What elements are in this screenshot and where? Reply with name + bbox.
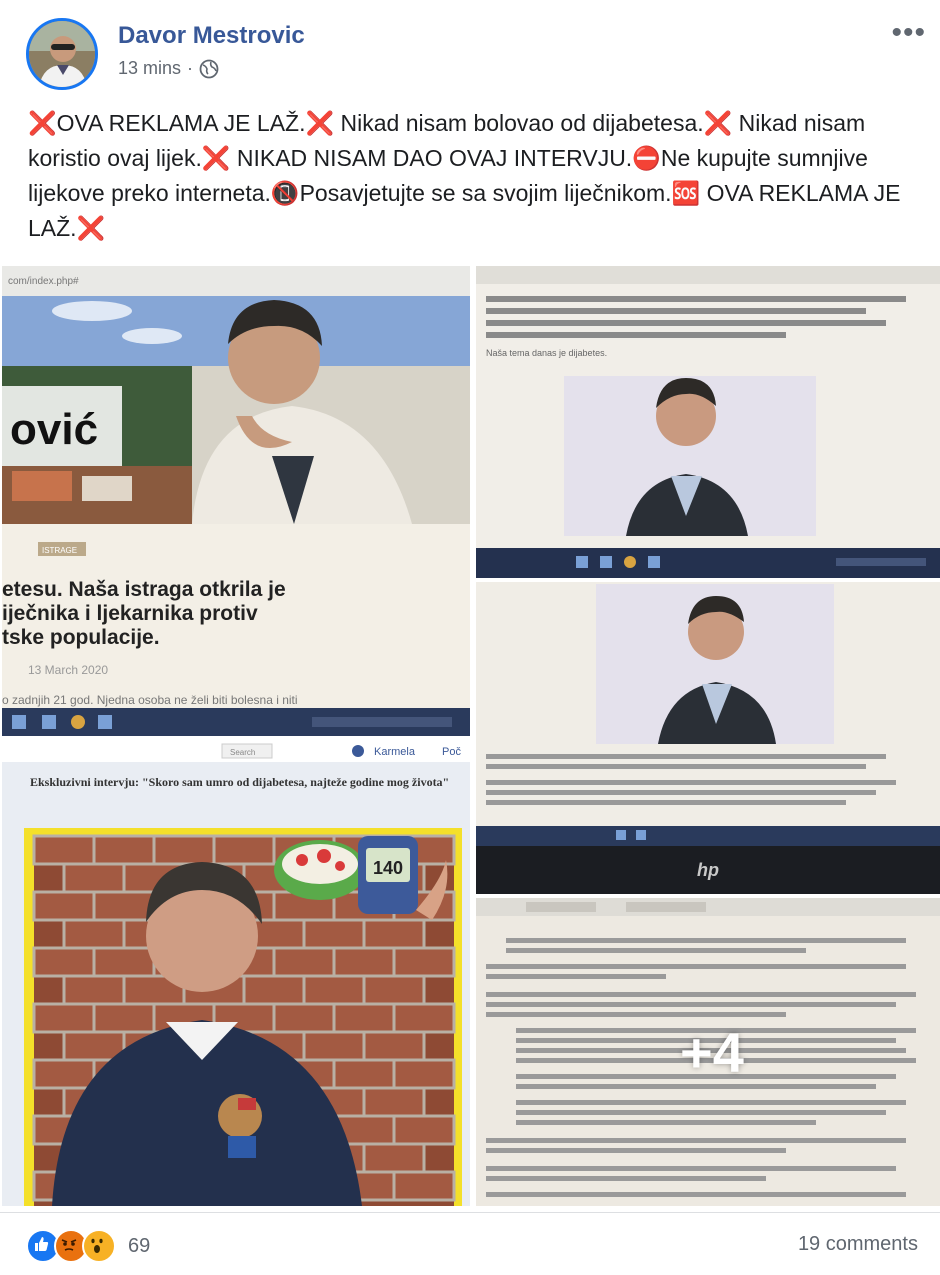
photo-1-headline-1: etesu. Naša istraga otkrila je bbox=[2, 578, 286, 601]
post-meta: 13 mins · bbox=[118, 58, 219, 79]
post-emoji-icon: ❌ bbox=[305, 110, 335, 136]
avatar[interactable] bbox=[26, 18, 98, 90]
post-emoji-icon: 🆘 bbox=[671, 180, 701, 206]
post-time[interactable]: 13 mins bbox=[118, 58, 181, 79]
more-options-button[interactable]: ••• bbox=[891, 16, 926, 50]
post-emoji-icon: ❌ bbox=[76, 215, 106, 241]
photo-1-tag: ISTRAGE bbox=[42, 546, 77, 555]
photo-1-url: com/index.php# bbox=[8, 276, 79, 287]
post-text: ❌OVA REKLAMA JE LAŽ.❌ Nikad nisam bolova… bbox=[28, 106, 908, 246]
post-text-segment: Posavjetujte se sa svojim liječnikom. bbox=[299, 180, 672, 206]
post-footer: 69 19 comments bbox=[0, 1212, 940, 1275]
photo-4-image: Search Karmela Poč Ekskluzivni intervju:… bbox=[2, 740, 470, 1206]
photo-1-snippet: o zadnjih 21 god. Njedna osoba ne želi b… bbox=[2, 693, 298, 707]
photo-1-brand: ović bbox=[10, 405, 98, 454]
photo-4-title: Ekskluzivni intervju: "Skoro sam umro od… bbox=[30, 775, 450, 789]
post-emoji-icon: 📵 bbox=[270, 180, 300, 206]
post-emoji-icon: ❌ bbox=[703, 110, 733, 136]
photo-4-meter-value: 140 bbox=[373, 858, 403, 878]
post-text-segment: NIKAD NISAM DAO OVAJ INTERVJU. bbox=[230, 145, 633, 171]
photo-1-date: 13 March 2020 bbox=[28, 663, 108, 677]
post-emoji-icon: ⛔ bbox=[632, 145, 661, 171]
author-name[interactable]: Davor Mestrovic bbox=[118, 22, 305, 50]
post-text-segment: Nikad nisam bolovao od dijabetesa. bbox=[334, 110, 704, 136]
photo-3[interactable]: hp bbox=[476, 582, 940, 894]
photo-2-image: Naša tema danas je dijabetes. bbox=[476, 266, 940, 578]
photo-3-image: hp bbox=[476, 582, 940, 894]
comments-link[interactable]: 19 comments bbox=[798, 1233, 918, 1256]
photo-4[interactable]: Search Karmela Poč Ekskluzivni intervju:… bbox=[2, 740, 470, 1206]
post-emoji-icon: ❌ bbox=[28, 110, 57, 136]
globe-icon[interactable] bbox=[199, 59, 219, 79]
photo-grid: com/index.php# ović ISTRAGE etesu. Naša … bbox=[0, 264, 940, 1208]
more-photos-count[interactable]: +4 bbox=[680, 1020, 744, 1085]
photo-1-headline-3: tske populacije. bbox=[2, 626, 160, 649]
photo-4-nav: Poč bbox=[442, 746, 461, 758]
post-emoji-icon: ❌ bbox=[201, 145, 231, 171]
photo-1-headline-2: iječnika i ljekarnika protiv bbox=[2, 602, 258, 625]
avatar-photo bbox=[29, 21, 95, 87]
reaction-count[interactable]: 69 bbox=[128, 1235, 150, 1258]
photo-2-line: Naša tema danas je dijabetes. bbox=[486, 348, 607, 358]
photo-3-logo: hp bbox=[697, 860, 719, 880]
meta-separator: · bbox=[187, 58, 194, 78]
wow-reaction-icon bbox=[82, 1229, 116, 1263]
photo-4-user: Karmela bbox=[374, 746, 416, 758]
photo-1[interactable]: com/index.php# ović ISTRAGE etesu. Naša … bbox=[2, 266, 470, 736]
post-text-segment: OVA REKLAMA JE LAŽ. bbox=[56, 110, 306, 136]
reactions-summary[interactable]: 69 bbox=[26, 1229, 150, 1263]
photo-1-image: com/index.php# ović ISTRAGE etesu. Naša … bbox=[2, 266, 470, 736]
photo-4-search: Search bbox=[230, 748, 255, 757]
photo-2[interactable]: Naša tema danas je dijabetes. bbox=[476, 266, 940, 578]
post-header: Davor Mestrovic 13 mins · ••• bbox=[0, 0, 940, 100]
